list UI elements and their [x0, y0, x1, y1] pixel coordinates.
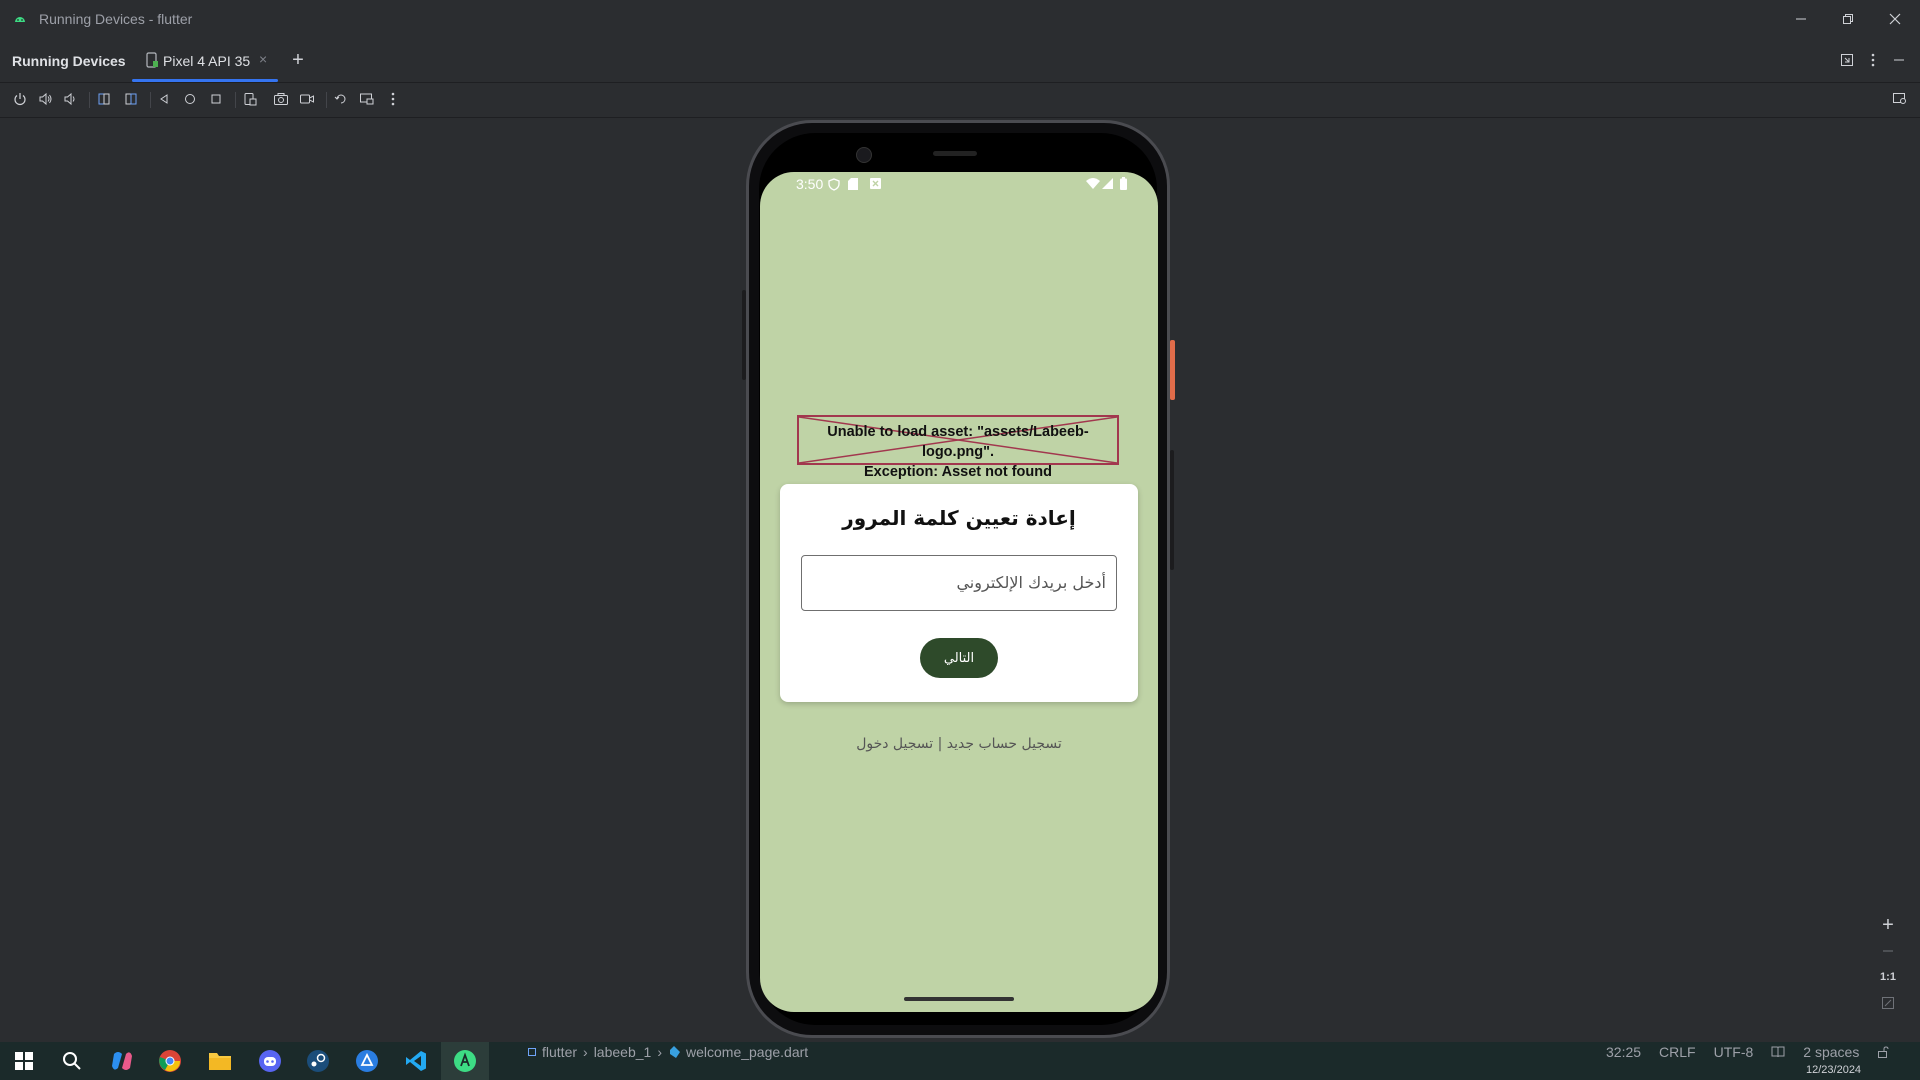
more-icon[interactable] — [381, 87, 405, 111]
taskbar-clock-date[interactable]: 12/23/2024 — [1806, 1064, 1861, 1076]
copilot-icon[interactable] — [98, 1042, 146, 1080]
volume-side-button — [1170, 450, 1174, 570]
app-icon[interactable] — [343, 1042, 391, 1080]
search-icon[interactable] — [48, 1042, 96, 1080]
sd-card-icon — [848, 178, 858, 190]
toolbar-separator — [235, 92, 236, 108]
breadcrumb: flutter › labeeb_1 › welcome_page.dart — [528, 1042, 808, 1062]
asset-error-text: Unable to load asset: "assets/Labeeb-log… — [799, 422, 1117, 482]
wifi-icon — [1086, 178, 1100, 189]
breadcrumb-project[interactable]: flutter — [542, 1044, 577, 1060]
add-tab-button[interactable]: + — [284, 46, 312, 74]
snapshot-icon[interactable] — [329, 87, 353, 111]
status-bar: 32:25 CRLF UTF-8 2 spaces — [1606, 1042, 1889, 1062]
window-title: Running Devices - flutter — [39, 11, 193, 27]
fit-screen-icon[interactable] — [1874, 990, 1902, 1016]
file-encoding[interactable]: UTF-8 — [1714, 1044, 1754, 1060]
gesture-nav-handle[interactable] — [904, 997, 1014, 1001]
asset-error-box: Unable to load asset: "assets/Labeeb-log… — [797, 415, 1119, 480]
rotate-right-icon[interactable] — [119, 87, 143, 111]
device-icon — [145, 52, 159, 68]
chrome-icon[interactable] — [146, 1042, 194, 1080]
footer-links[interactable]: تسجيل حساب جديد | تسجيل دخول — [760, 736, 1158, 752]
file-explorer-icon[interactable] — [196, 1042, 244, 1080]
home-icon[interactable] — [178, 87, 202, 111]
emulator-toolbar — [0, 83, 1920, 118]
next-button[interactable]: التالي — [920, 638, 998, 678]
line-separator[interactable]: CRLF — [1659, 1044, 1696, 1060]
toolbar-separator — [326, 92, 327, 108]
asset-error-line1: Unable to load asset: "assets/Labeeb-log… — [827, 424, 1089, 460]
cursor-position[interactable]: 32:25 — [1606, 1044, 1641, 1060]
collapse-icon[interactable] — [1833, 46, 1861, 74]
toolbar-separator — [150, 92, 151, 108]
module-icon — [528, 1048, 536, 1056]
signal-icon — [1102, 178, 1113, 189]
email-field[interactable]: أدخل بريدك الإلكتروني — [801, 555, 1117, 611]
zoom-actual-size-button[interactable]: 1:1 — [1874, 964, 1902, 990]
volume-down-icon[interactable] — [58, 87, 82, 111]
device-screen[interactable]: 3:50 Unable to load asset: "assets/Labee… — [760, 172, 1158, 1012]
discord-icon[interactable] — [246, 1042, 294, 1080]
hide-panel-icon[interactable] — [1885, 46, 1913, 74]
back-icon[interactable] — [152, 87, 176, 111]
breadcrumb-file[interactable]: welcome_page.dart — [686, 1044, 808, 1060]
card-title: إعادة تعيين كلمة المرور — [842, 506, 1076, 530]
rotate-left-icon[interactable] — [92, 87, 116, 111]
email-placeholder: أدخل بريدك الإلكتروني — [956, 573, 1106, 592]
panel-title: Running Devices — [12, 53, 126, 69]
dart-file-icon — [668, 1046, 680, 1058]
breadcrumb-folder[interactable]: labeeb_1 — [594, 1044, 652, 1060]
zoom-in-button[interactable]: + — [1874, 912, 1902, 938]
tab-bar: Running Devices Pixel 4 API 35 × + — [0, 38, 1920, 83]
power-side-button — [1170, 340, 1175, 400]
vscode-icon[interactable] — [392, 1042, 440, 1080]
camera-icon[interactable] — [269, 87, 293, 111]
battery-icon — [1120, 177, 1127, 190]
windows-start-icon[interactable] — [0, 1042, 48, 1080]
chevron-right-icon: › — [583, 1044, 588, 1060]
power-icon[interactable] — [8, 87, 32, 111]
restore-button[interactable] — [1825, 0, 1871, 38]
asset-error-line2: Exception: Asset not found — [864, 464, 1052, 480]
speaker-grille — [933, 151, 977, 156]
chevron-right-icon: › — [657, 1044, 662, 1060]
front-camera — [856, 147, 872, 163]
active-tab-indicator — [132, 79, 278, 82]
title-bar: Running Devices - flutter — [0, 0, 1920, 38]
toolbar-separator — [89, 92, 90, 108]
minimize-button[interactable] — [1778, 0, 1824, 38]
zoom-out-button[interactable] — [1874, 938, 1902, 964]
notification-icon — [870, 178, 881, 189]
close-window-button[interactable] — [1872, 0, 1918, 38]
steam-icon[interactable] — [294, 1042, 342, 1080]
lock-icon[interactable] — [1877, 1046, 1889, 1058]
device-manager-icon[interactable] — [1888, 87, 1912, 111]
volume-up-icon[interactable] — [33, 87, 57, 111]
tab-label: Pixel 4 API 35 — [163, 53, 251, 69]
reader-mode-icon[interactable] — [1771, 1046, 1785, 1058]
fold-icon[interactable] — [238, 87, 262, 111]
indent-setting[interactable]: 2 spaces — [1803, 1044, 1859, 1060]
android-studio-taskbar-icon[interactable] — [441, 1042, 489, 1080]
screen-record-icon[interactable] — [295, 87, 319, 111]
overview-icon[interactable] — [204, 87, 228, 111]
tab-pixel-4[interactable]: Pixel 4 API 35 × — [132, 38, 278, 82]
close-tab-icon[interactable]: × — [259, 51, 267, 67]
more-options-icon[interactable] — [1859, 46, 1887, 74]
status-time: 3:50 — [796, 176, 824, 192]
shield-icon — [828, 178, 840, 191]
reset-password-card: إعادة تعيين كلمة المرور أدخل بريدك الإلك… — [780, 484, 1138, 702]
mirror-icon[interactable] — [355, 87, 379, 111]
android-studio-icon — [12, 11, 28, 27]
